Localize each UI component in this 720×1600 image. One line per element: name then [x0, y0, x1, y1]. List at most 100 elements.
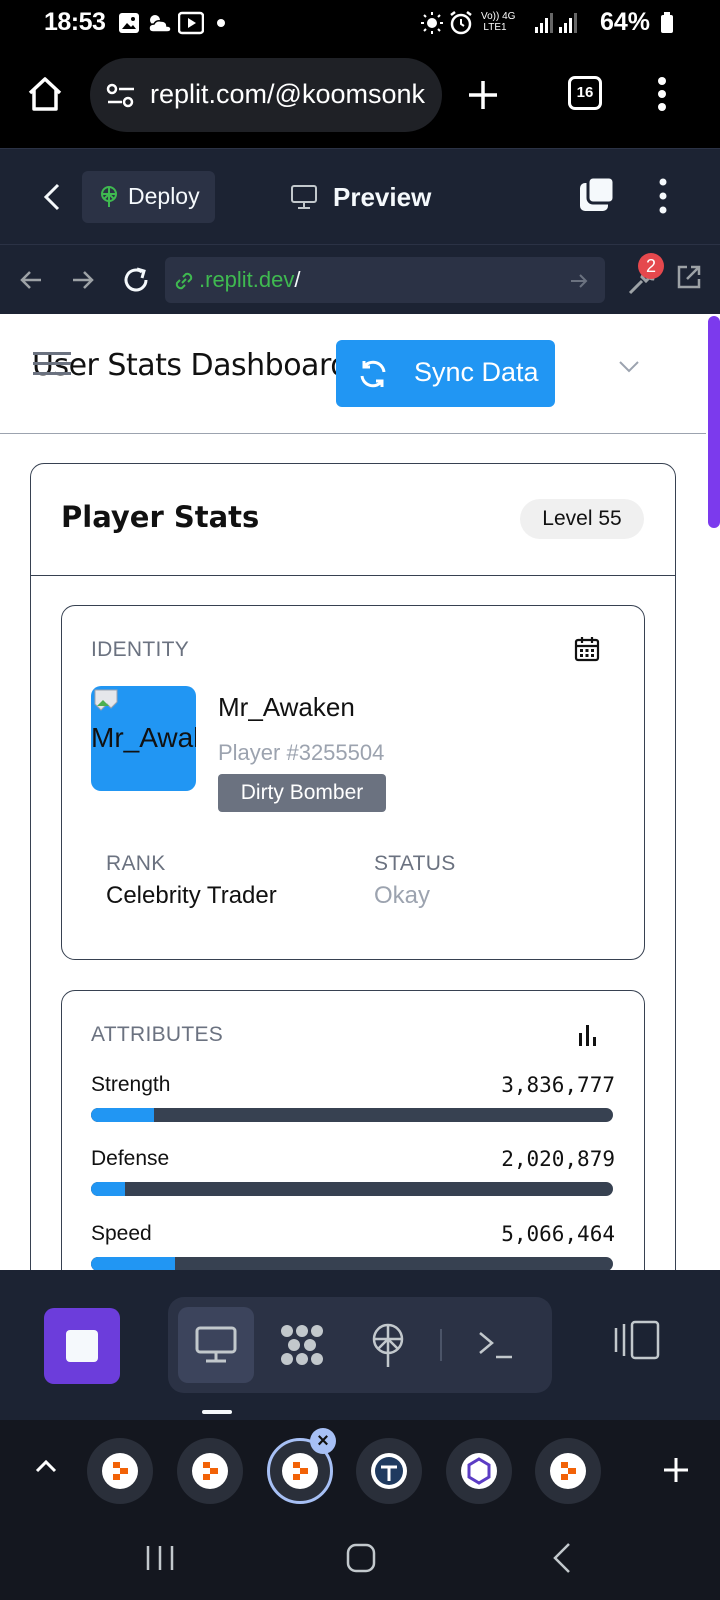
browser-toolbar: replit.com/@koomsonk 16	[0, 46, 720, 148]
status-label: STATUS	[374, 852, 456, 875]
webpage: User Stats Dashboard Sync Data Player St…	[0, 314, 706, 1270]
avatar-alt-text: Mr_Awaken	[91, 722, 196, 753]
app-logo-icon	[371, 1453, 407, 1489]
android-home-icon[interactable]	[345, 1542, 377, 1574]
status-value: Okay	[374, 882, 431, 909]
replit-menu-icon[interactable]	[657, 177, 669, 215]
replit-header: Deploy Preview	[0, 148, 720, 244]
rank-label: RANK	[106, 852, 166, 875]
page-title: User Stats Dashboard	[32, 348, 349, 383]
webview-forward-icon[interactable]	[70, 267, 96, 293]
webview-url-text[interactable]: .replit.dev/	[199, 267, 301, 293]
webview-url-field[interactable]: .replit.dev/	[165, 257, 605, 303]
player-avatar: Mr_Awaken	[91, 686, 196, 791]
tab-close-icon[interactable]: ×	[310, 1428, 336, 1454]
active-tool-indicator	[202, 1410, 232, 1414]
address-bar[interactable]: replit.com/@koomsonk	[90, 58, 442, 132]
status-bar: 18:53 Vo)) 4G LTE1 64%	[0, 0, 720, 46]
identity-card: IDENTITY Mr_Awaken Mr_Awaken Player #325…	[61, 605, 645, 960]
stop-square-icon	[66, 1330, 98, 1362]
replit-logo-icon	[282, 1453, 318, 1489]
youtube-icon	[178, 11, 204, 35]
ide-tool-group	[168, 1297, 552, 1393]
hexagon-logo-icon	[461, 1453, 497, 1489]
back-chevron-icon[interactable]	[42, 182, 62, 212]
attribute-name-speed: Speed	[91, 1222, 152, 1245]
packages-icon[interactable]	[279, 1323, 325, 1367]
tab-replit-3[interactable]	[535, 1438, 601, 1504]
rank-value: Celebrity Trader	[106, 882, 277, 909]
webview-tool-button[interactable]	[178, 1307, 254, 1383]
notification-dot-icon	[217, 19, 225, 27]
pane-switch-icon[interactable]	[578, 175, 616, 215]
battery-percentage: 64%	[600, 8, 651, 36]
attribute-fill-speed	[91, 1257, 175, 1270]
add-tab-icon[interactable]	[662, 1456, 690, 1484]
deploy-label: Deploy	[128, 183, 200, 209]
weather-icon	[148, 15, 172, 33]
android-back-icon[interactable]	[552, 1542, 572, 1574]
scrollbar-thumb[interactable]	[708, 316, 720, 528]
alarm-icon	[450, 11, 472, 35]
tab-replit-1[interactable]	[87, 1438, 153, 1504]
signal-icon	[535, 13, 577, 33]
browser-menu-icon[interactable]	[656, 76, 668, 112]
broken-image-icon	[94, 689, 118, 711]
chevron-up-icon[interactable]	[34, 1458, 58, 1474]
tab-app-5[interactable]	[446, 1438, 512, 1504]
gallery-icon	[119, 13, 139, 33]
android-navigation-bar	[0, 1516, 720, 1600]
replit-logo-icon	[550, 1453, 586, 1489]
ide-toolbar	[0, 1270, 720, 1420]
attribute-value-defense: 2,020,879	[501, 1147, 615, 1171]
ide-home-button[interactable]	[44, 1308, 120, 1384]
page-scrollbar[interactable]	[706, 314, 720, 1270]
shell-icon[interactable]	[478, 1329, 514, 1361]
attribute-name-defense: Defense	[91, 1147, 170, 1170]
tab-switcher-button[interactable]: 16	[568, 76, 602, 110]
player-name: Mr_Awaken	[218, 692, 355, 722]
attribute-bar-speed	[91, 1257, 613, 1270]
calendar-icon[interactable]	[574, 636, 600, 662]
attributes-card: ATTRIBUTES Strength 3,836,777 Defense 2,…	[61, 990, 645, 1270]
identity-section-label: IDENTITY	[91, 638, 190, 661]
webview-back-icon[interactable]	[18, 267, 44, 293]
tab-replit-2[interactable]	[177, 1438, 243, 1504]
attribute-name-strength: Strength	[91, 1073, 171, 1096]
page-header: User Stats Dashboard Sync Data	[0, 314, 706, 434]
attributes-section-label: ATTRIBUTES	[91, 1023, 224, 1046]
address-bar-url[interactable]: replit.com/@koomsonk	[150, 79, 435, 110]
devtools-badge: 2	[638, 253, 664, 279]
role-badge: Dirty Bomber	[218, 774, 386, 812]
network-bottom-text: LTE1	[483, 22, 507, 33]
chevron-down-icon[interactable]	[618, 360, 640, 374]
new-tab-icon[interactable]	[466, 78, 500, 112]
tab-app-4[interactable]	[356, 1438, 422, 1504]
webview-toolbar: .replit.dev/ 2	[0, 244, 720, 314]
site-settings-icon[interactable]	[106, 82, 136, 110]
level-badge: Level 55	[520, 499, 644, 539]
hamburger-menu-icon[interactable]	[33, 352, 71, 376]
recent-apps-icon[interactable]	[145, 1544, 175, 1572]
attribute-fill-strength	[91, 1108, 154, 1122]
monitor-icon	[195, 1326, 237, 1363]
attribute-bar-strength	[91, 1108, 613, 1122]
bar-chart-icon[interactable]	[577, 1023, 599, 1047]
player-card-title: Player Stats	[61, 500, 260, 534]
sync-data-button[interactable]: Sync Data	[336, 340, 555, 407]
deploy-tool-icon[interactable]	[370, 1323, 406, 1369]
deploy-button[interactable]: Deploy	[82, 171, 215, 223]
split-pane-icon[interactable]	[614, 1320, 660, 1360]
monitor-icon	[291, 185, 317, 209]
player-stats-card: Player Stats Level 55 IDENTITY Mr_Awaken…	[30, 463, 676, 1270]
go-arrow-icon[interactable]	[569, 271, 589, 291]
home-icon[interactable]	[26, 75, 64, 113]
open-external-icon[interactable]	[675, 263, 703, 291]
player-card-header: Player Stats Level 55	[31, 464, 675, 576]
tab-strip: ×	[0, 1420, 720, 1516]
deploy-icon	[101, 186, 117, 207]
network-top-text: Vo)) 4G	[481, 11, 516, 22]
tool-divider	[440, 1329, 442, 1361]
attribute-value-strength: 3,836,777	[501, 1073, 615, 1097]
reload-icon[interactable]	[121, 265, 151, 295]
